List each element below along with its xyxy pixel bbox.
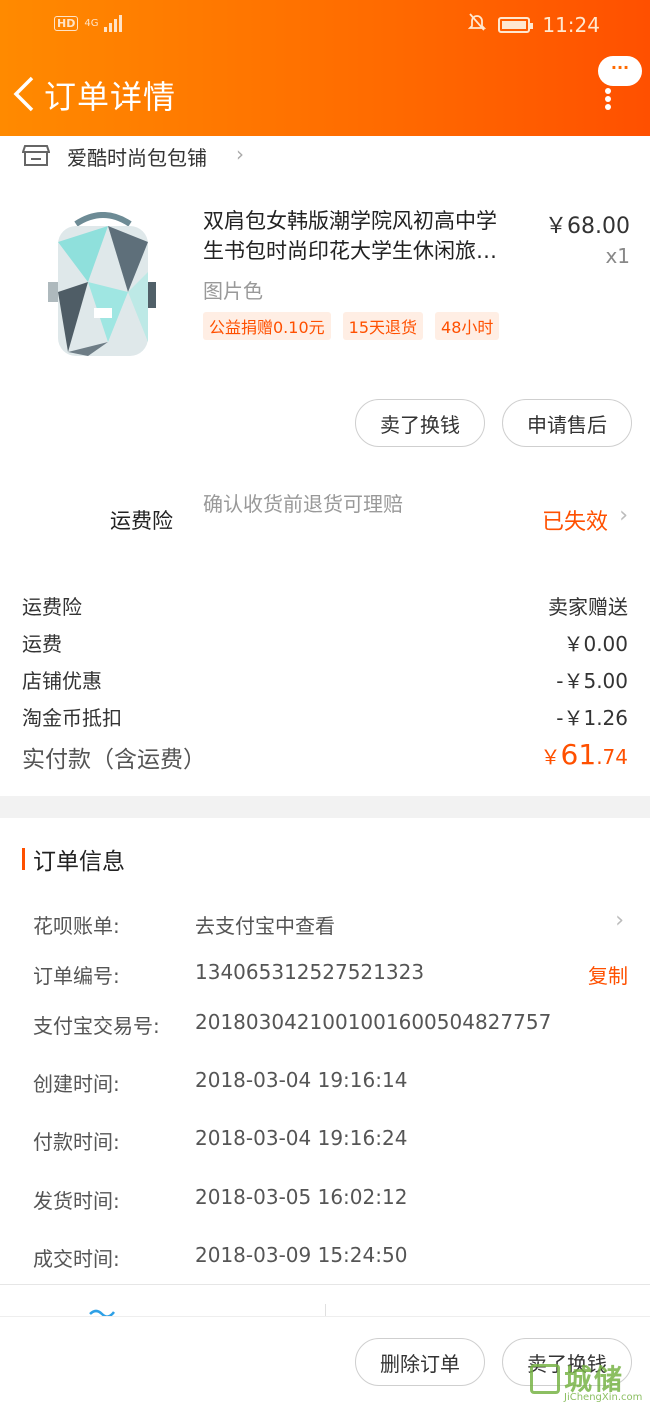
- fee-value: -￥1.26: [556, 706, 628, 730]
- chevron-right-icon[interactable]: ›: [619, 503, 628, 528]
- sell-item-button[interactable]: 卖了换钱: [355, 399, 485, 447]
- info-value: 2018030421001001600504827757: [195, 1010, 552, 1034]
- fee-value: 卖家赠送: [548, 595, 628, 619]
- accent-bar: [22, 848, 25, 870]
- status-bar: HD 4G 11:24: [0, 0, 650, 50]
- shop-row[interactable]: 爱酷时尚包包铺 ›: [0, 136, 650, 176]
- divider: [0, 1284, 650, 1285]
- order-no-row: 订单编号: 134065312527521323 复制: [33, 960, 628, 990]
- huabei-row[interactable]: 花呗账单: 去支付宝中查看 ›: [33, 908, 628, 940]
- more-menu-button[interactable]: ···: [598, 56, 642, 86]
- product-price: ￥68.00: [545, 214, 630, 239]
- fee-label: 店铺优惠: [22, 669, 102, 693]
- info-label: 发货时间:: [33, 1189, 120, 1213]
- info-value: 134065312527521323: [195, 960, 425, 984]
- watermark-url: JiChengXin.com: [564, 1392, 643, 1403]
- shop-name: 爱酷时尚包包铺: [67, 146, 207, 170]
- fee-label: 淘金币抵扣: [22, 706, 122, 730]
- info-value: 去支付宝中查看: [195, 914, 335, 938]
- product-title[interactable]: 双肩包女韩版潮学院风初高中学 生书包时尚印花大学生休闲旅…: [203, 206, 533, 266]
- back-arrow-icon[interactable]: [10, 74, 38, 114]
- fee-value: -￥5.00: [556, 669, 628, 693]
- fee-row: 淘金币抵扣 -￥1.26: [22, 702, 628, 732]
- chevron-right-icon: ›: [615, 908, 624, 933]
- status-right: 11:24: [468, 12, 600, 37]
- closed-row: 成交时间: 2018-03-09 15:24:50: [33, 1243, 628, 1273]
- fee-row: 运费险 卖家赠送: [22, 591, 628, 621]
- watermark-logo: 城储 JiChengXin.com: [528, 1356, 644, 1406]
- total-row: 实付款（含运费） ￥61.74: [22, 738, 628, 774]
- info-label: 支付宝交易号:: [33, 1014, 160, 1038]
- total-int: 61: [560, 738, 597, 771]
- total-dec: .74: [596, 745, 628, 769]
- after-sale-button[interactable]: 申请售后: [502, 399, 632, 447]
- clock: 11:24: [542, 12, 600, 37]
- page-title: 订单详情: [44, 78, 177, 116]
- fee-label: 运费: [22, 632, 62, 656]
- created-row: 创建时间: 2018-03-04 19:16:14: [33, 1068, 628, 1098]
- order-info-title: 订单信息: [33, 849, 125, 875]
- fee-label: 运费险: [22, 595, 82, 619]
- status-left: HD 4G: [54, 14, 123, 32]
- shop-icon: [21, 142, 51, 168]
- product-image[interactable]: [48, 212, 158, 360]
- product-tags: 公益捐赠0.10元 15天退货 48小时: [203, 312, 500, 340]
- info-label: 订单编号:: [33, 964, 120, 988]
- network-label: 4G: [84, 17, 99, 29]
- fee-row: 店铺优惠 -￥5.00: [22, 665, 628, 695]
- tag-return: 15天退货: [342, 312, 424, 340]
- copy-button[interactable]: 复制: [588, 960, 628, 989]
- tag-charity: 公益捐赠0.10元: [203, 312, 331, 340]
- alipay-no-row: 支付宝交易号: 2018030421001001600504827757: [33, 1010, 628, 1040]
- fee-row: 运费 ￥0.00: [22, 628, 628, 658]
- info-label: 成交时间:: [33, 1247, 120, 1271]
- hd-badge: HD: [54, 15, 79, 31]
- product-title-line1: 双肩包女韩版潮学院风初高中学: [203, 209, 497, 233]
- paid-row: 付款时间: 2018-03-04 19:16:24: [33, 1126, 628, 1156]
- delete-order-button[interactable]: 删除订单: [355, 1338, 485, 1386]
- kebab-icon[interactable]: [604, 88, 612, 110]
- info-label: 创建时间:: [33, 1072, 120, 1096]
- product-title-line2: 生书包时尚印花大学生休闲旅…: [203, 239, 497, 263]
- signal-icon: [104, 14, 123, 32]
- tag-48h: 48小时: [435, 312, 500, 340]
- info-value: 2018-03-05 16:02:12: [195, 1185, 408, 1209]
- insurance-desc: 确认收货前退货可理赔: [203, 492, 403, 516]
- insurance-label: 运费险: [110, 509, 173, 533]
- insurance-status[interactable]: 已失效: [542, 504, 608, 536]
- info-value: 2018-03-04 19:16:24: [195, 1126, 408, 1150]
- total-amount: ￥61.74: [541, 738, 628, 771]
- total-currency: ￥: [540, 745, 561, 769]
- total-label: 实付款（含运费）: [22, 747, 206, 773]
- info-label: 付款时间:: [33, 1130, 120, 1154]
- watermark-icon: [530, 1364, 560, 1394]
- chevron-right-icon: ›: [236, 142, 244, 166]
- product-sku: 图片色: [203, 279, 263, 303]
- mute-bell-icon: [468, 12, 487, 37]
- fee-value: ￥0.00: [563, 632, 628, 656]
- product-qty: x1: [605, 244, 630, 268]
- shipped-row: 发货时间: 2018-03-05 16:02:12: [33, 1185, 628, 1215]
- info-value: 2018-03-09 15:24:50: [195, 1243, 408, 1267]
- info-value: 2018-03-04 19:16:14: [195, 1068, 408, 1092]
- battery-icon: [498, 16, 534, 33]
- app-header: HD 4G 11:24 订单详情 ···: [0, 0, 650, 136]
- info-label: 花呗账单:: [33, 914, 120, 938]
- order-info-header: 订单信息: [22, 842, 125, 876]
- section-divider: [0, 796, 650, 818]
